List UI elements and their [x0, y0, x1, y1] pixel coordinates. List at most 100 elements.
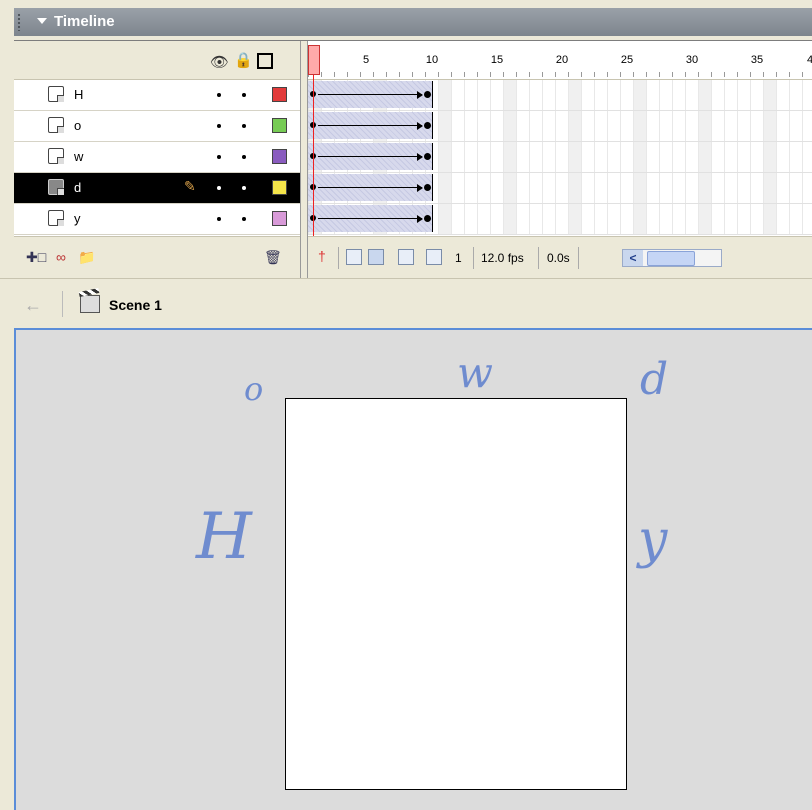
- layer-icon: [48, 117, 64, 133]
- layer-row-y[interactable]: y: [14, 204, 300, 235]
- stage-letter-w[interactable]: w: [457, 348, 493, 397]
- visibility-dot[interactable]: [217, 217, 221, 221]
- layer-header: 👁 🔒: [14, 41, 300, 80]
- frame-row[interactable]: [308, 204, 812, 235]
- tween-line: [318, 156, 422, 157]
- eye-icon[interactable]: 👁: [210, 53, 229, 71]
- center-frame-icon[interactable]: †: [318, 248, 326, 264]
- stage-area[interactable]: o w d H y: [14, 328, 812, 810]
- separator: [538, 247, 539, 269]
- insert-folder-icon[interactable]: 📁: [78, 249, 95, 266]
- back-arrow-icon[interactable]: ←: [24, 295, 42, 316]
- motion-tween[interactable]: [308, 174, 433, 201]
- panel-title: Timeline: [54, 13, 115, 30]
- trash-icon[interactable]: 🗑: [264, 249, 282, 266]
- end-keyframe[interactable]: [424, 153, 431, 160]
- elapsed-time: 0.0s: [547, 251, 570, 265]
- motion-tween[interactable]: [308, 112, 433, 139]
- layer-icon: [48, 179, 64, 195]
- layer-name: y: [74, 211, 81, 226]
- stage-letter-y[interactable]: y: [638, 510, 667, 570]
- timeline-status-bar: † 1 12.0 fps 0.0s <: [308, 236, 812, 280]
- visibility-dot[interactable]: [217, 186, 221, 190]
- stage-letter-o[interactable]: o: [244, 370, 263, 408]
- lock-dot[interactable]: [242, 93, 246, 97]
- frame-row[interactable]: [308, 142, 812, 173]
- separator: [62, 291, 63, 317]
- tween-arrow: [417, 184, 423, 192]
- layer-row-w[interactable]: w: [14, 142, 300, 173]
- playhead[interactable]: [308, 45, 320, 75]
- add-motion-guide-icon[interactable]: ∞: [56, 249, 66, 265]
- stage-letter-d[interactable]: d: [640, 354, 668, 405]
- outline-color-swatch[interactable]: [272, 118, 287, 133]
- outline-color-swatch[interactable]: [272, 211, 287, 226]
- stage-canvas[interactable]: [285, 398, 627, 790]
- layer-row-h[interactable]: H: [14, 80, 300, 111]
- visibility-dot[interactable]: [217, 155, 221, 159]
- visibility-dot[interactable]: [217, 93, 221, 97]
- visibility-dot[interactable]: [217, 124, 221, 128]
- lock-dot[interactable]: [242, 186, 246, 190]
- scene-bar: ← Scene 1: [0, 278, 812, 329]
- ruler-label: 30: [685, 54, 699, 66]
- timeline-titlebar[interactable]: Timeline: [0, 0, 812, 40]
- scene-label[interactable]: Scene 1: [109, 297, 162, 313]
- ruler-label: 35: [750, 54, 764, 66]
- playhead-line: [313, 75, 314, 236]
- ruler-label: 5: [362, 54, 370, 66]
- scrollbar-thumb[interactable]: [647, 251, 695, 266]
- frame-ruler[interactable]: 1 5 10 15 20 25 30 35 4: [308, 41, 812, 80]
- end-keyframe[interactable]: [424, 215, 431, 222]
- lock-dot[interactable]: [242, 155, 246, 159]
- end-keyframe[interactable]: [424, 184, 431, 191]
- ruler-label: 20: [555, 54, 569, 66]
- outline-color-swatch[interactable]: [272, 149, 287, 164]
- outline-color-swatch[interactable]: [272, 87, 287, 102]
- onion-skin-button[interactable]: [346, 249, 362, 265]
- modify-onion-markers-button[interactable]: [426, 249, 442, 265]
- timeline-panel: 👁 🔒 H o w d ✎ y ✚□ ∞ 📁 🗑 5 10 15 20 25 3…: [14, 40, 812, 280]
- stage-letter-h[interactable]: H: [196, 500, 252, 574]
- frame-row[interactable]: [308, 173, 812, 204]
- panel-divider[interactable]: [300, 41, 308, 279]
- collapse-arrow-icon[interactable]: [37, 18, 47, 24]
- layer-row-d[interactable]: d ✎: [14, 173, 300, 204]
- motion-tween[interactable]: [308, 205, 433, 232]
- layer-row-o[interactable]: o: [14, 111, 300, 142]
- tween-line: [318, 187, 422, 188]
- frame-row[interactable]: [308, 111, 812, 142]
- layer-name: d: [74, 180, 82, 195]
- pencil-icon: ✎: [184, 178, 196, 194]
- onion-skin-outlines-button[interactable]: [368, 249, 384, 265]
- frame-area[interactable]: 1 5 10 15 20 25 30 35 4: [308, 41, 812, 236]
- ruler-label: 25: [620, 54, 634, 66]
- lock-icon[interactable]: 🔒: [234, 51, 253, 69]
- scroll-left-button[interactable]: <: [623, 250, 643, 266]
- tween-arrow: [417, 91, 423, 99]
- timeline-horizontal-scrollbar[interactable]: <: [622, 249, 722, 267]
- separator: [578, 247, 579, 269]
- drag-grip-icon[interactable]: [17, 13, 21, 31]
- end-keyframe[interactable]: [424, 91, 431, 98]
- frame-rate: 12.0 fps: [481, 251, 524, 265]
- layer-icon: [48, 148, 64, 164]
- lock-dot[interactable]: [242, 124, 246, 128]
- edit-multiple-frames-button[interactable]: [398, 249, 414, 265]
- layer-name: H: [74, 87, 84, 102]
- frame-row[interactable]: [308, 80, 812, 111]
- lock-dot[interactable]: [242, 217, 246, 221]
- add-layer-icon[interactable]: ✚□: [26, 249, 46, 266]
- layer-footer: ✚□ ∞ 📁 🗑: [14, 236, 300, 280]
- end-keyframe[interactable]: [424, 122, 431, 129]
- motion-tween[interactable]: [308, 81, 433, 108]
- outline-icon[interactable]: [257, 53, 273, 69]
- motion-tween[interactable]: [308, 143, 433, 170]
- tween-arrow: [417, 153, 423, 161]
- layer-name: w: [74, 149, 84, 164]
- layer-icon: [48, 210, 64, 226]
- ruler-label: 10: [425, 54, 439, 66]
- titlebar-background: [14, 8, 812, 36]
- tween-line: [318, 125, 422, 126]
- outline-color-swatch[interactable]: [272, 180, 287, 195]
